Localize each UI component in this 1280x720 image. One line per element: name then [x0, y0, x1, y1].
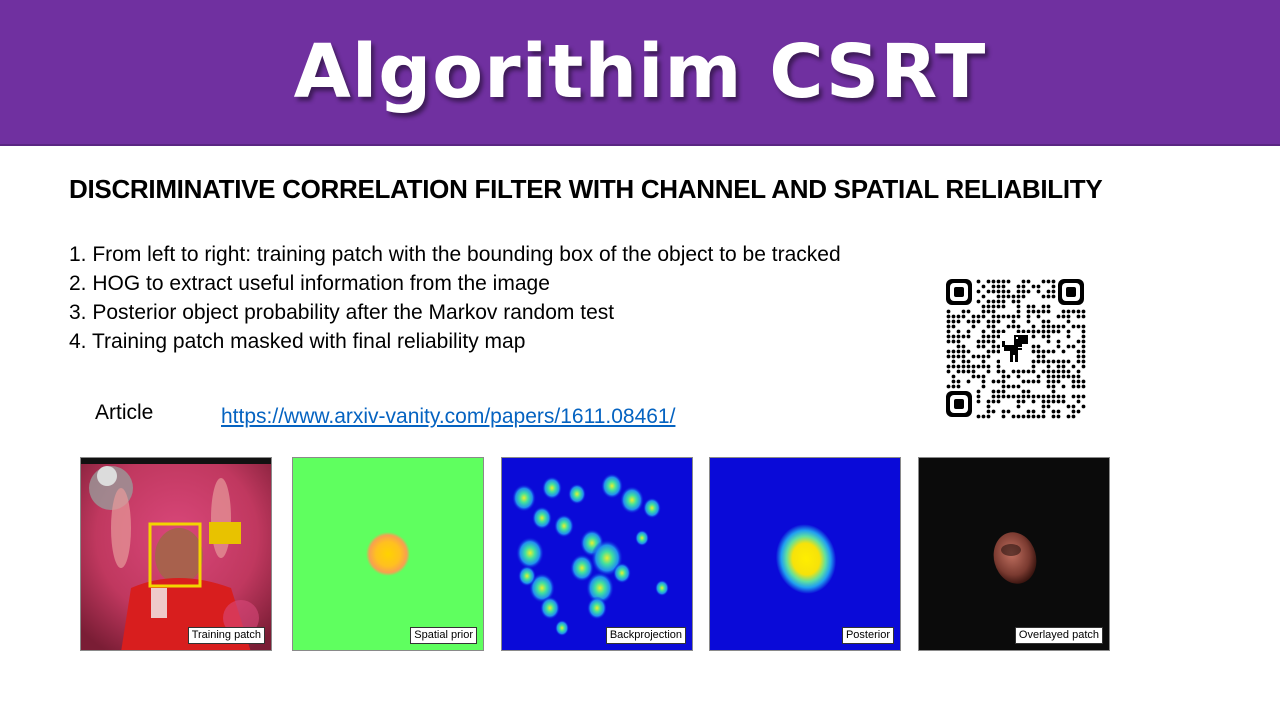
overlayed-patch-image — [919, 458, 1109, 650]
article-label: Article — [95, 401, 154, 424]
overlayed-patch-panel: Overlayed patch — [918, 457, 1110, 651]
dinosaur-icon — [1000, 333, 1030, 365]
article-link[interactable]: https://www.arxiv-vanity.com/papers/1611… — [221, 405, 675, 429]
step-item: 1. From left to right: training patch wi… — [69, 243, 841, 266]
qr-code-icon[interactable] — [944, 277, 1086, 419]
panel-label: Spatial prior — [410, 627, 477, 644]
posterior-image — [710, 458, 900, 650]
training-patch-panel: Training patch — [80, 457, 272, 651]
panel-label: Posterior — [841, 627, 894, 644]
spatial-prior-panel: Spatial prior — [292, 457, 484, 651]
step-item: 3. Posterior object probability after th… — [69, 301, 615, 324]
backprojection-panel: Backprojection — [501, 457, 693, 651]
training-patch-image — [81, 458, 271, 650]
backprojection-image — [502, 458, 692, 650]
panel-label: Backprojection — [605, 627, 686, 644]
panel-label: Overlayed patch — [1014, 627, 1103, 644]
step-item: 4. Training patch masked with final reli… — [69, 330, 526, 353]
steps-list: 1. From left to right: training patch wi… — [69, 240, 841, 356]
title-banner: Algorithim CSRT — [0, 0, 1280, 146]
spatial-prior-image — [293, 458, 483, 650]
slide-title: Algorithim CSRT — [293, 29, 987, 115]
slide-subtitle: DISCRIMINATIVE CORRELATION FILTER WITH C… — [69, 174, 1103, 204]
step-item: 2. HOG to extract useful information fro… — [69, 272, 550, 295]
panel-label: Training patch — [187, 627, 265, 644]
posterior-panel: Posterior — [709, 457, 901, 651]
